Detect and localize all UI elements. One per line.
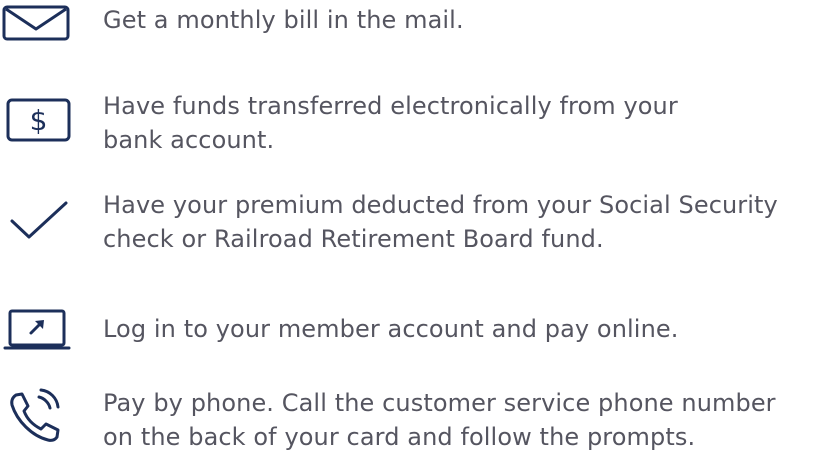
checkmark-icon bbox=[0, 200, 74, 250]
option-text: Get a monthly bill in the mail. bbox=[103, 3, 836, 37]
svg-text:$: $ bbox=[30, 104, 48, 137]
phone-icon bbox=[0, 388, 74, 445]
option-text-line: Have your premium deducted from your Soc… bbox=[103, 191, 778, 219]
option-text-line: check or Railroad Retirement Board fund. bbox=[103, 225, 604, 253]
dollar-sign-icon: $ bbox=[0, 97, 74, 147]
envelope-icon bbox=[0, 3, 74, 43]
option-text-line: bank account. bbox=[103, 126, 275, 154]
laptop-icon bbox=[0, 308, 74, 354]
option-text-line: Get a monthly bill in the mail. bbox=[103, 6, 464, 34]
option-text-line: Log in to your member account and pay on… bbox=[103, 315, 679, 343]
option-text: Log in to your member account and pay on… bbox=[103, 312, 836, 346]
option-text-line: Have funds transferred electronically fr… bbox=[103, 92, 678, 120]
option-text: Pay by phone. Call the customer service … bbox=[103, 386, 836, 454]
option-text-line: Pay by phone. Call the customer service … bbox=[103, 389, 776, 417]
option-text-line: on the back of your card and follow the … bbox=[103, 423, 696, 451]
option-text: Have your premium deducted from your Soc… bbox=[103, 188, 836, 256]
option-text: Have funds transferred electronically fr… bbox=[103, 89, 836, 157]
